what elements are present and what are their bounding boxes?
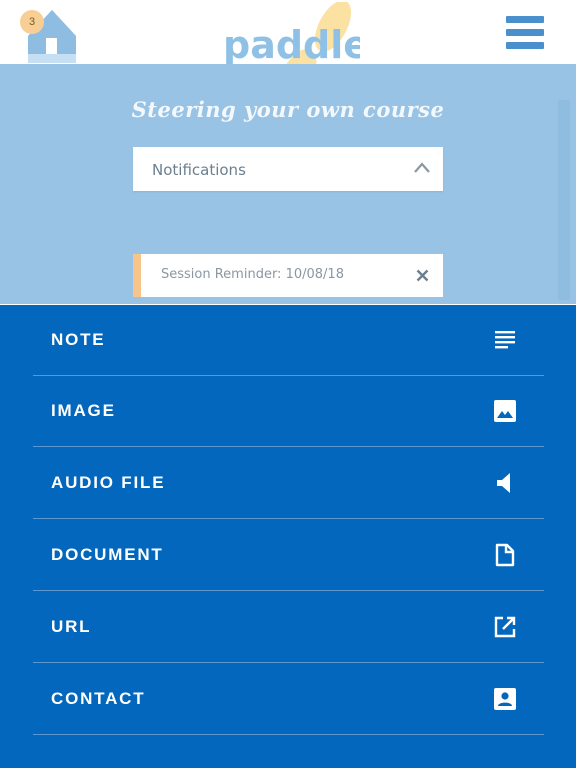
menu-item-label: NOTE xyxy=(51,330,106,349)
attachment-menu-sheet: NOTE IMAGE AUDIO FILE DOCUMENT URL CONTA… xyxy=(0,305,576,768)
menu-bar-icon xyxy=(506,16,544,23)
external-link-icon xyxy=(494,616,516,638)
home-button[interactable]: 3 xyxy=(20,8,80,64)
menu-item-document[interactable]: DOCUMENT xyxy=(33,520,544,591)
note-lines-icon xyxy=(495,331,515,349)
notification-count-badge: 3 xyxy=(20,10,44,34)
scrollbar[interactable] xyxy=(558,100,570,300)
notification-text: Session Reminder: 10/08/18 xyxy=(161,267,344,282)
menu-bar-icon xyxy=(506,29,544,36)
app-header: 3 paddle xyxy=(0,0,576,99)
logo-text: paddle xyxy=(223,23,360,67)
notification-item[interactable]: Session Reminder: 10/08/18 xyxy=(133,254,443,297)
menu-item-label: AUDIO FILE xyxy=(51,473,166,492)
menu-item-image[interactable]: IMAGE xyxy=(33,376,544,447)
menu-bar-icon xyxy=(506,42,544,49)
menu-item-contact[interactable]: CONTACT xyxy=(33,664,544,735)
image-icon xyxy=(494,400,516,422)
contact-card-icon xyxy=(494,688,516,710)
notifications-dropdown[interactable]: Notifications xyxy=(133,147,443,191)
dropdown-label: Notifications xyxy=(152,161,246,179)
menu-item-url[interactable]: URL xyxy=(33,592,544,663)
menu-item-label: CONTACT xyxy=(51,689,146,708)
hamburger-menu-button[interactable] xyxy=(506,16,546,52)
menu-item-label: URL xyxy=(51,617,92,636)
speaker-icon xyxy=(497,473,510,493)
menu-item-audio-file[interactable]: AUDIO FILE xyxy=(33,448,544,519)
close-icon[interactable] xyxy=(416,269,429,282)
document-icon xyxy=(495,543,515,567)
menu-item-note[interactable]: NOTE xyxy=(33,305,544,376)
tagline: Steering your own course xyxy=(131,97,445,122)
chevron-up-icon xyxy=(414,162,430,173)
menu-item-label: IMAGE xyxy=(51,401,116,420)
menu-item-label: DOCUMENT xyxy=(51,545,164,564)
